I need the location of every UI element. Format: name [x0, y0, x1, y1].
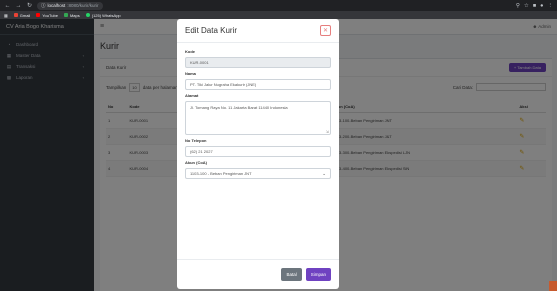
modal-title: Edit Data Kurir [185, 26, 238, 35]
url-host: localhost [47, 3, 66, 8]
extensions-icon[interactable]: ■ [533, 3, 536, 9]
kode-label: Kode [185, 49, 195, 54]
browser-toolbar: ← → ↻ ⓘ localhost :8080/kurir/kurir ⚲ ☆ … [0, 0, 557, 11]
maps-icon [63, 13, 68, 17]
akun-select[interactable]: 1103-100 - Beban Pengiriman JNT ⌄ [185, 168, 331, 179]
chevron-down-icon: ⌄ [322, 170, 326, 176]
star-icon[interactable]: ☆ [524, 3, 529, 9]
akun-selected-value: 1103-100 - Beban Pengiriman JNT [190, 171, 252, 176]
telepon-label: No Telepon [185, 138, 207, 143]
share-icon[interactable]: ⚲ [516, 3, 520, 9]
info-icon: ⓘ [41, 2, 46, 8]
bookmark-maps[interactable]: Maps [63, 13, 80, 18]
alamat-value: Jl. Tomang Raya No. 11 Jakarta Barat 114… [190, 105, 288, 110]
save-button[interactable]: Simpan [305, 268, 331, 281]
close-icon[interactable]: ✕ [320, 25, 331, 36]
gmail-icon [13, 13, 18, 17]
url-path: :8080/kurir/kurir [67, 3, 99, 8]
whatsapp-icon [85, 13, 90, 17]
back-icon[interactable]: ← [4, 2, 11, 9]
forward-icon[interactable]: → [15, 2, 22, 9]
alamat-label: Alamat [185, 93, 199, 98]
bookmark-gmail[interactable]: Gmail [13, 13, 30, 18]
corner-widget [549, 281, 557, 291]
resize-grip-icon[interactable]: ⇲ [326, 129, 329, 134]
address-bar[interactable]: ⓘ localhost :8080/kurir/kurir [37, 1, 103, 10]
bookmark-youtube[interactable]: YouTube [36, 13, 58, 18]
telepon-field[interactable]: (62) 21 2027 [185, 146, 331, 157]
youtube-icon [36, 13, 41, 17]
bookmark-whatsapp[interactable]: (125) WhatsApp [85, 13, 121, 18]
nama-field[interactable]: PT. Tiki Jalur Nugraha Ekakurir (JNE) [185, 79, 331, 90]
profile-icon[interactable]: ● [540, 3, 543, 9]
cancel-button[interactable]: Batal [281, 268, 302, 281]
akun-label: Akun (CoA) [185, 160, 207, 165]
menu-icon[interactable]: ⋮ [548, 3, 554, 9]
nama-label: Nama [185, 71, 196, 76]
edit-kurir-modal: Edit Data Kurir ✕ Kode KUR-0001 Nama PT.… [177, 19, 339, 289]
kode-field: KUR-0001 [185, 57, 331, 68]
bookmarks-bar: ▦ Gmail YouTube Maps (125) WhatsApp [0, 11, 557, 19]
reload-icon[interactable]: ↻ [26, 2, 33, 9]
apps-icon[interactable]: ▦ [4, 13, 8, 18]
alamat-field[interactable]: Jl. Tomang Raya No. 11 Jakarta Barat 114… [185, 101, 331, 135]
